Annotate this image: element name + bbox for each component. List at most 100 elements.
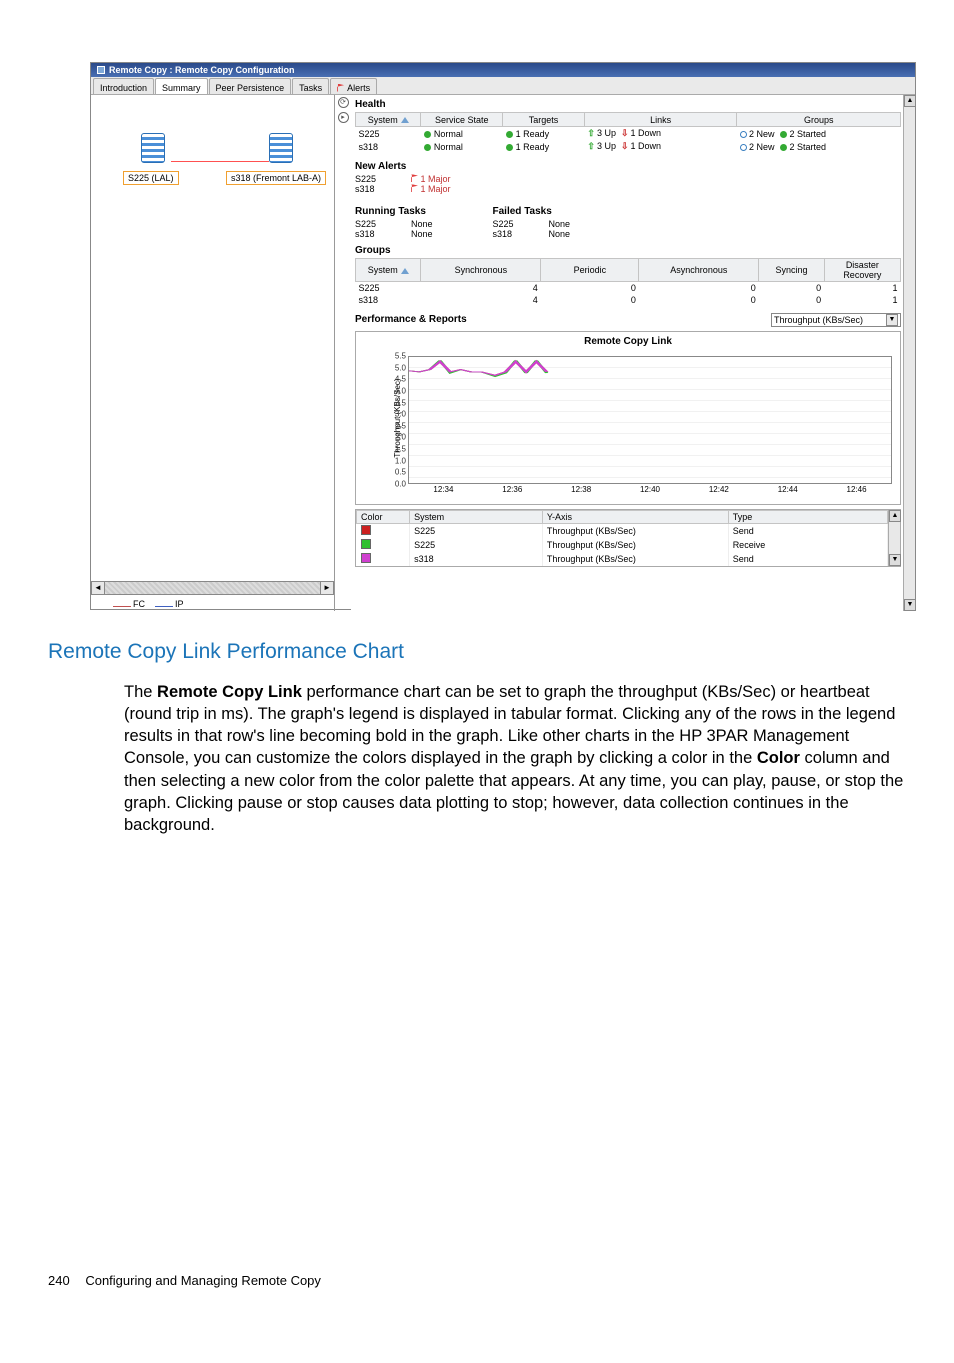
- ip-line-icon: [155, 606, 173, 607]
- toolbar-column: ⟳ ▸: [335, 95, 351, 611]
- col-color[interactable]: Color: [357, 511, 410, 524]
- cell: 0: [541, 294, 639, 306]
- performance-chart[interactable]: Remote Copy Link Throughput (KBs/Sec) 12…: [355, 331, 901, 505]
- vertical-scrollbar[interactable]: ▲ ▼: [903, 95, 915, 611]
- app-icon: [97, 66, 105, 74]
- cell: S225: [410, 538, 543, 552]
- scroll-up-icon[interactable]: ▲: [904, 95, 916, 107]
- cell: Throughput (KBs/Sec): [542, 538, 728, 552]
- status-dot-icon: [506, 131, 513, 138]
- status-dot-icon: [780, 144, 787, 151]
- summary-content: Health System Service State Targets Link…: [355, 97, 901, 611]
- new-alerts-heading: New Alerts: [355, 161, 901, 172]
- status-dot-icon: [424, 144, 431, 151]
- window-title: Remote Copy : Remote Copy Configuration: [109, 65, 295, 75]
- legend-row[interactable]: S225Throughput (KBs/Sec)Receive: [357, 538, 888, 552]
- col-asynchronous[interactable]: Asynchronous: [639, 259, 759, 282]
- status-dot-icon: [780, 131, 787, 138]
- sort-asc-icon: [401, 117, 409, 123]
- y-tick: 4.0: [395, 386, 406, 395]
- scroll-down-icon[interactable]: ▼: [904, 599, 916, 611]
- footer-text: Configuring and Managing Remote Copy: [85, 1273, 321, 1288]
- legend-row[interactable]: S225Throughput (KBs/Sec)Send: [357, 524, 888, 539]
- refresh-icon[interactable]: ⟳: [338, 97, 349, 108]
- cell: s318: [410, 552, 543, 566]
- col-periodic[interactable]: Periodic: [541, 259, 639, 282]
- page-footer: 240 Configuring and Managing Remote Copy: [48, 1273, 321, 1288]
- table-row[interactable]: S225 4 0 0 0 1: [356, 282, 901, 295]
- summary-pane: ▲ ▼ Health System Service State Targets …: [351, 95, 915, 611]
- legend-scrollbar[interactable]: ▲▼: [888, 510, 900, 566]
- col-targets[interactable]: Targets: [503, 113, 585, 127]
- color-swatch[interactable]: [361, 553, 371, 563]
- x-tick: 12:34: [433, 485, 453, 494]
- cell: s318: [356, 140, 421, 153]
- col-links[interactable]: Links: [584, 113, 737, 127]
- cell: None: [549, 219, 571, 229]
- metric-dropdown[interactable]: Throughput (KBs/Sec) ▼: [771, 313, 901, 327]
- col-y-axis[interactable]: Y-Axis: [542, 511, 728, 524]
- status-dot-icon: [506, 144, 513, 151]
- new-circle-icon: [740, 131, 747, 138]
- scroll-track[interactable]: [105, 581, 320, 595]
- cell: 1 Ready: [503, 127, 585, 141]
- legend-row[interactable]: s318Throughput (KBs/Sec)Send: [357, 552, 888, 566]
- col-system[interactable]: System: [356, 259, 421, 282]
- bold-term: Remote Copy Link: [157, 683, 302, 701]
- col-syncing[interactable]: Syncing: [759, 259, 824, 282]
- storage-node-icon: [141, 133, 169, 167]
- section-heading: Remote Copy Link Performance Chart: [48, 640, 906, 664]
- col-type[interactable]: Type: [728, 511, 887, 524]
- node-s318-button[interactable]: s318 (Fremont LAB-A): [226, 171, 326, 185]
- table-row[interactable]: s318 Normal 1 Ready ⇧3 Up ⇩1 Down 2 New …: [356, 140, 901, 153]
- cell: S225: [355, 174, 391, 184]
- tab-introduction[interactable]: Introduction: [93, 78, 154, 94]
- col-system[interactable]: System: [410, 511, 543, 524]
- cell: s318: [356, 294, 421, 306]
- groups-table: System Synchronous Periodic Asynchronous…: [355, 258, 901, 306]
- tab-alerts[interactable]: Alerts: [330, 78, 377, 94]
- play-icon[interactable]: ▸: [338, 112, 349, 123]
- node-s225-button[interactable]: S225 (LAL): [123, 171, 179, 185]
- scroll-up-icon[interactable]: ▲: [889, 510, 901, 522]
- color-swatch[interactable]: [361, 525, 371, 535]
- topology-canvas[interactable]: S225 (LAL) s318 (Fremont LAB-A): [91, 95, 334, 575]
- main-split: S225 (LAL) s318 (Fremont LAB-A) ◄ ► FC I…: [91, 95, 915, 611]
- x-tick: 12:36: [502, 485, 522, 494]
- cell: Throughput (KBs/Sec): [542, 524, 728, 539]
- cell: Normal: [421, 127, 503, 141]
- y-tick: 1.5: [395, 445, 406, 454]
- col-service-state[interactable]: Service State: [421, 113, 503, 127]
- col-groups[interactable]: Groups: [737, 113, 901, 127]
- scroll-right-icon[interactable]: ►: [320, 581, 334, 595]
- tab-summary[interactable]: Summary: [155, 78, 208, 94]
- up-arrow-icon: ⇧: [587, 128, 595, 139]
- x-tick: 12:46: [847, 485, 867, 494]
- col-disaster-recovery[interactable]: Disaster Recovery: [824, 259, 900, 282]
- y-tick: 4.5: [395, 375, 406, 384]
- legend-label: IP: [175, 599, 184, 609]
- tab-label: Peer Persistence: [216, 83, 285, 93]
- cell: 1 Ready: [503, 140, 585, 153]
- topology-horizontal-scrollbar[interactable]: ◄ ►: [91, 581, 334, 595]
- failed-tasks-block: Failed Tasks S225None s318None: [493, 204, 571, 239]
- col-synchronous[interactable]: Synchronous: [421, 259, 541, 282]
- y-tick: 2.0: [395, 433, 406, 442]
- color-swatch[interactable]: [361, 539, 371, 549]
- scroll-down-icon[interactable]: ▼: [889, 554, 901, 566]
- cell: Throughput (KBs/Sec): [542, 552, 728, 566]
- fc-line-icon: [113, 606, 131, 607]
- plot-area: 12:3412:3612:3812:4012:4212:4412:46: [408, 356, 892, 484]
- col-system[interactable]: System: [356, 113, 421, 127]
- tab-peer-persistence[interactable]: Peer Persistence: [209, 78, 292, 94]
- x-tick: 12:40: [640, 485, 660, 494]
- table-row[interactable]: s318 4 0 0 0 1: [356, 294, 901, 306]
- health-table: System Service State Targets Links Group…: [355, 112, 901, 153]
- cell: 0: [639, 282, 759, 295]
- cell: 0: [639, 294, 759, 306]
- table-row[interactable]: S225 Normal 1 Ready ⇧3 Up ⇩1 Down 2 New …: [356, 127, 901, 141]
- scroll-left-icon[interactable]: ◄: [91, 581, 105, 595]
- cell: 0: [759, 282, 824, 295]
- tab-tasks[interactable]: Tasks: [292, 78, 329, 94]
- sort-asc-icon: [401, 268, 409, 274]
